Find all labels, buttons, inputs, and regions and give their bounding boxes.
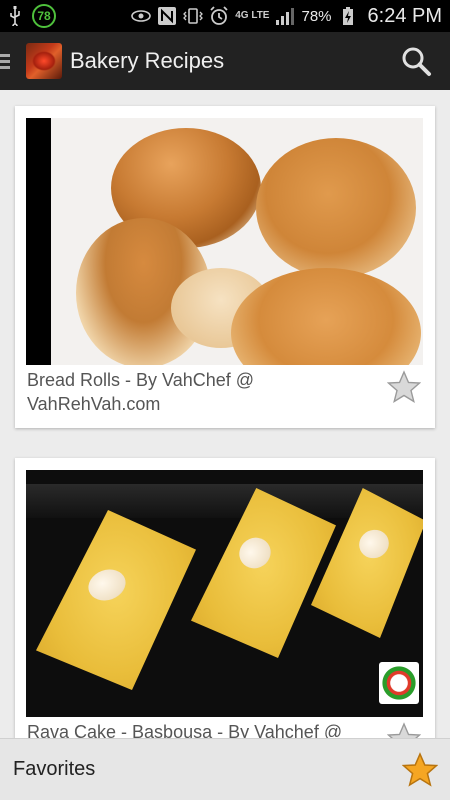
action-bar: Bakery Recipes (0, 32, 450, 90)
eye-icon (131, 10, 152, 22)
favorite-star-icon[interactable] (387, 370, 421, 404)
favorites-bar[interactable]: Favorites (0, 738, 450, 800)
search-icon[interactable] (400, 45, 432, 77)
clock: 6:24 PM (367, 4, 442, 27)
battery-charging-icon (342, 7, 353, 25)
notification-badge: 78 (32, 4, 56, 28)
network-type: 4G LTE (235, 10, 270, 21)
battery-percent: 78% (301, 7, 332, 25)
usb-icon (10, 6, 20, 26)
star-icon[interactable] (402, 751, 438, 788)
vibrate-icon (183, 8, 204, 24)
recipe-title[interactable]: Rava Cake - Basbousa - By Vahchef @ (27, 720, 367, 738)
vahrehvah-logo (379, 662, 419, 704)
alarm-icon (210, 6, 228, 25)
app-title: Bakery Recipes (70, 48, 225, 73)
app-logo[interactable] (26, 43, 62, 79)
signal-icon (276, 8, 295, 25)
recipe-title[interactable]: Bread Rolls - By VahChef @ VahRehVah.com (27, 368, 367, 416)
recipe-card[interactable]: Bread Rolls - By VahChef @ VahRehVah.com (15, 106, 435, 428)
favorite-star-icon[interactable] (387, 722, 421, 738)
nfc-icon (158, 7, 177, 25)
recipe-card[interactable]: Rava Cake - Basbousa - By Vahchef @ (15, 458, 435, 738)
status-bar: 78 4G LTE 78% 6:24 PM (0, 0, 450, 32)
recipe-list[interactable]: Bread Rolls - By VahChef @ VahRehVah.com… (0, 90, 450, 738)
favorites-label[interactable]: Favorites (13, 758, 95, 781)
menu-icon[interactable] (0, 53, 14, 69)
recipe-thumbnail[interactable] (26, 470, 423, 717)
recipe-thumbnail[interactable] (26, 118, 423, 365)
